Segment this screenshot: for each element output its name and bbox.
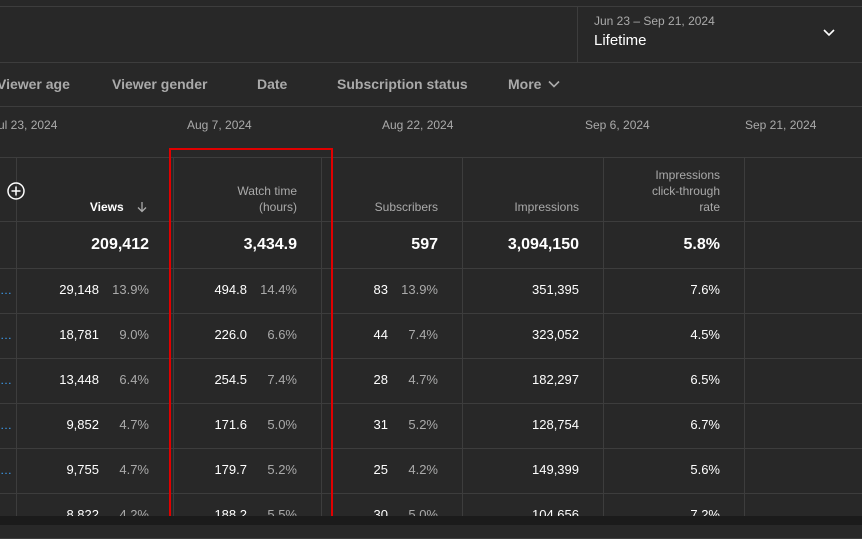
ctr-header-line1: Impressions xyxy=(655,168,720,182)
column-header-subscribers[interactable]: Subscribers xyxy=(375,199,438,215)
row-subs-pct: 5.2% xyxy=(408,417,438,432)
row-ctr: 6.5% xyxy=(690,372,720,387)
chevron-down-icon xyxy=(823,29,835,37)
row-watch: 179.7 xyxy=(214,462,247,477)
axis-date-label: Jul 23, 2024 xyxy=(0,118,58,132)
watch-time-header-line2: (hours) xyxy=(258,200,297,214)
row-subs: 31 xyxy=(373,417,388,432)
tab-viewer-age[interactable]: Viewer age xyxy=(0,76,70,92)
row-title-link[interactable]: … xyxy=(0,328,12,342)
column-divider xyxy=(603,157,604,517)
tab-date[interactable]: Date xyxy=(257,76,287,92)
row-impressions: 351,395 xyxy=(532,282,579,297)
row-divider xyxy=(0,358,862,359)
taskbar xyxy=(0,516,862,525)
column-header-watch-time[interactable]: Watch time (hours) xyxy=(237,183,297,215)
column-header-views[interactable]: Views xyxy=(90,199,149,215)
date-period-label: Lifetime xyxy=(594,32,647,49)
row-impressions: 128,754 xyxy=(532,417,579,432)
row-watch-pct: 14.4% xyxy=(260,282,297,297)
axis-date-label: Sep 21, 2024 xyxy=(745,118,817,132)
column-divider xyxy=(173,157,174,517)
row-subs: 28 xyxy=(373,372,388,387)
row-subs: 44 xyxy=(373,327,388,342)
row-views: 13,448 xyxy=(59,372,99,387)
row-subs-pct: 4.2% xyxy=(408,462,438,477)
total-impressions: 3,094,150 xyxy=(507,236,579,253)
row-views: 29,148 xyxy=(59,282,99,297)
axis-date-label: Aug 22, 2024 xyxy=(382,118,454,132)
chevron-down-icon xyxy=(548,80,560,88)
row-watch-pct: 5.0% xyxy=(267,417,297,432)
row-watch-pct: 5.2% xyxy=(267,462,297,477)
axis-date-label: Aug 7, 2024 xyxy=(187,118,252,132)
row-ctr: 5.6% xyxy=(690,462,720,477)
row-views-pct: 9.0% xyxy=(119,327,149,342)
row-title-link[interactable]: … xyxy=(0,418,12,432)
row-watch-pct: 6.6% xyxy=(267,327,297,342)
chart-divider xyxy=(0,157,862,158)
date-range-dropdown[interactable]: Jun 23 – Sep 21, 2024 Lifetime xyxy=(577,7,862,62)
row-watch: 171.6 xyxy=(214,417,247,432)
row-views: 18,781 xyxy=(59,327,99,342)
column-header-impressions[interactable]: Impressions xyxy=(514,199,579,215)
add-metric-icon[interactable] xyxy=(6,181,26,201)
column-divider xyxy=(462,157,463,517)
row-divider xyxy=(0,313,862,314)
row-watch: 254.5 xyxy=(214,372,247,387)
row-watch: 226.0 xyxy=(214,327,247,342)
row-title-link[interactable]: … xyxy=(0,463,12,477)
row-ctr: 7.6% xyxy=(690,282,720,297)
total-watch-time: 3,434.9 xyxy=(243,236,297,253)
tab-viewer-gender[interactable]: Viewer gender xyxy=(112,76,207,92)
row-subs-pct: 7.4% xyxy=(408,327,438,342)
sort-down-arrow-icon xyxy=(137,202,147,213)
tab-more-label: More xyxy=(508,76,542,92)
watch-time-header-line1: Watch time xyxy=(237,184,297,198)
tabs-divider xyxy=(0,106,862,107)
row-subs-pct: 13.9% xyxy=(401,282,438,297)
row-views: 9,755 xyxy=(66,462,99,477)
row-views-pct: 4.7% xyxy=(119,417,149,432)
ctr-header-line3: rate xyxy=(699,200,720,214)
row-views-pct: 6.4% xyxy=(119,372,149,387)
row-views-pct: 13.9% xyxy=(112,282,149,297)
row-title-link[interactable]: … xyxy=(0,373,12,387)
ctr-header-line2: click-through xyxy=(651,184,720,198)
column-divider xyxy=(321,157,322,517)
row-impressions: 149,399 xyxy=(532,462,579,477)
date-range-label: Jun 23 – Sep 21, 2024 xyxy=(594,14,715,28)
row-subs: 25 xyxy=(373,462,388,477)
total-views: 209,412 xyxy=(91,236,149,253)
total-subscribers: 597 xyxy=(411,236,438,253)
row-divider xyxy=(0,403,862,404)
views-header-label: Views xyxy=(89,200,124,214)
total-ctr: 5.8% xyxy=(683,236,720,253)
header-row-divider xyxy=(0,221,862,222)
row-subs-pct: 4.7% xyxy=(408,372,438,387)
row-divider xyxy=(0,493,862,494)
totals-divider xyxy=(0,268,862,269)
column-header-ctr[interactable]: Impressions click-through rate xyxy=(652,167,720,215)
axis-date-label: Sep 6, 2024 xyxy=(585,118,650,132)
row-views: 9,852 xyxy=(66,417,99,432)
column-divider xyxy=(16,157,17,517)
header-divider xyxy=(0,62,862,63)
row-views-pct: 4.7% xyxy=(119,462,149,477)
tab-more[interactable]: More xyxy=(508,76,560,92)
row-impressions: 323,052 xyxy=(532,327,579,342)
row-watch-pct: 7.4% xyxy=(267,372,297,387)
row-impressions: 182,297 xyxy=(532,372,579,387)
row-divider xyxy=(0,448,862,449)
row-watch: 494.8 xyxy=(214,282,247,297)
row-ctr: 4.5% xyxy=(690,327,720,342)
tab-subscription-status[interactable]: Subscription status xyxy=(337,76,468,92)
row-subs: 83 xyxy=(373,282,388,297)
row-title-link[interactable]: … xyxy=(0,283,12,297)
column-divider xyxy=(744,157,745,517)
row-ctr: 6.7% xyxy=(690,417,720,432)
